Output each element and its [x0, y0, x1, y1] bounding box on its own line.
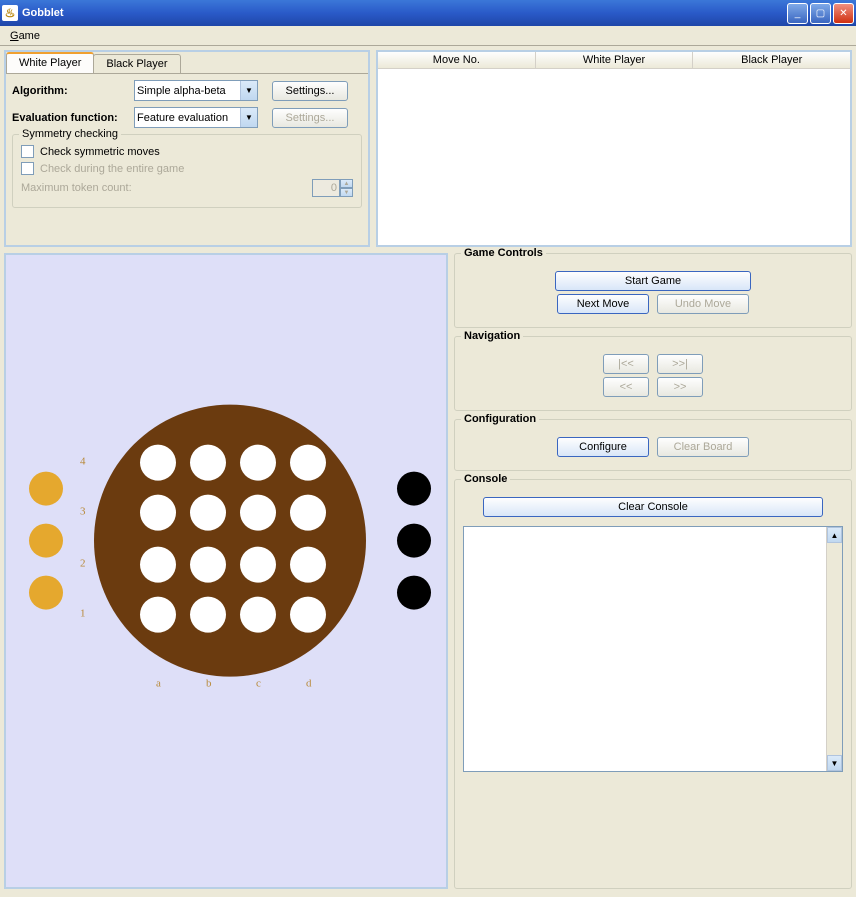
check-entire-checkbox — [21, 162, 34, 175]
right-panel: Game Controls Start Game Next Move Undo … — [454, 253, 852, 889]
col-label-c: c — [256, 678, 261, 690]
col-label-b: b — [206, 678, 212, 690]
nav-last-button: >>| — [657, 354, 703, 374]
spinner-down-icon: ▼ — [340, 188, 353, 197]
game-controls-legend: Game Controls — [461, 247, 546, 259]
row-label-1: 1 — [80, 608, 86, 620]
board-panel: 4 3 2 1 a b c d — [4, 253, 448, 889]
col-label-d: d — [306, 678, 312, 690]
console-legend: Console — [461, 473, 510, 485]
scroll-down-icon[interactable]: ▼ — [827, 755, 842, 771]
configuration-legend: Configuration — [461, 413, 539, 425]
max-token-input — [312, 179, 340, 197]
col-move-no[interactable]: Move No. — [378, 52, 536, 68]
row-label-2: 2 — [80, 558, 86, 570]
top-row: White Player Black Player Algorithm: Sim… — [4, 50, 852, 247]
next-move-button[interactable]: Next Move — [557, 294, 649, 314]
algorithm-combo[interactable]: Simple alpha-beta ▼ — [134, 80, 258, 101]
nav-first-button: |<< — [603, 354, 649, 374]
algorithm-value: Simple alpha-beta — [137, 85, 226, 97]
console-textarea[interactable]: ▲ ▼ — [463, 526, 843, 772]
game-board[interactable]: 4 3 2 1 a b c d — [16, 351, 436, 731]
row-label-4: 4 — [80, 456, 86, 468]
console-group: Console Clear Console ▲ ▼ — [454, 479, 852, 889]
eval-combo[interactable]: Feature evaluation ▼ — [134, 107, 258, 128]
menu-game-rest: ame — [19, 30, 40, 42]
clear-board-button: Clear Board — [657, 437, 749, 457]
clear-console-button[interactable]: Clear Console — [483, 497, 823, 517]
player-config-panel: White Player Black Player Algorithm: Sim… — [4, 50, 370, 247]
bottom-row: 4 3 2 1 a b c d Game Controls Start Game — [4, 253, 852, 889]
black-pieces-stack[interactable] — [397, 472, 431, 610]
symmetry-legend: Symmetry checking — [19, 128, 121, 140]
white-pieces-stack[interactable] — [29, 472, 63, 610]
max-token-spinner: ▲ ▼ — [312, 179, 353, 197]
java-icon: ♨ — [2, 5, 18, 21]
max-token-label: Maximum token count: — [21, 182, 132, 194]
table-body — [378, 69, 850, 245]
spinner-up-icon: ▲ — [340, 179, 353, 188]
check-entire-label: Check during the entire game — [40, 163, 184, 175]
maximize-button[interactable]: ▢ — [810, 3, 831, 24]
menubar: Game — [0, 26, 856, 46]
symmetry-fieldset: Symmetry checking Check symmetric moves … — [12, 134, 362, 208]
eval-label: Evaluation function: — [12, 112, 130, 124]
tab-body-white: Algorithm: Simple alpha-beta ▼ Settings.… — [6, 74, 368, 214]
titlebar: ♨ Gobblet _ ▢ ✕ — [0, 0, 856, 26]
chevron-down-icon: ▼ — [240, 81, 257, 100]
move-table-panel: Move No. White Player Black Player — [376, 50, 852, 247]
chevron-down-icon: ▼ — [240, 108, 257, 127]
configure-button[interactable]: Configure — [557, 437, 649, 457]
col-black[interactable]: Black Player — [693, 52, 850, 68]
row-label-3: 3 — [80, 506, 86, 518]
start-game-button[interactable]: Start Game — [555, 271, 751, 291]
game-controls-group: Game Controls Start Game Next Move Undo … — [454, 253, 852, 328]
close-button[interactable]: ✕ — [833, 3, 854, 24]
eval-settings-button: Settings... — [272, 108, 348, 128]
tab-black-player[interactable]: Black Player — [93, 54, 180, 73]
algorithm-settings-button[interactable]: Settings... — [272, 81, 348, 101]
board-circle — [94, 405, 366, 677]
table-header: Move No. White Player Black Player — [378, 52, 850, 69]
scroll-up-icon[interactable]: ▲ — [827, 527, 842, 543]
tab-white-player[interactable]: White Player — [6, 52, 94, 73]
nav-prev-button: << — [603, 377, 649, 397]
col-label-a: a — [156, 678, 161, 690]
col-white[interactable]: White Player — [536, 52, 694, 68]
navigation-group: Navigation |<< >>| << >> — [454, 336, 852, 411]
menu-game[interactable]: Game — [4, 28, 46, 44]
check-symmetric-label: Check symmetric moves — [40, 146, 160, 158]
player-tabs: White Player Black Player — [6, 52, 368, 74]
console-scrollbar[interactable]: ▲ ▼ — [826, 527, 842, 771]
nav-next-button: >> — [657, 377, 703, 397]
window-title: Gobblet — [22, 7, 785, 19]
algorithm-label: Algorithm: — [12, 85, 130, 97]
undo-move-button: Undo Move — [657, 294, 749, 314]
navigation-legend: Navigation — [461, 330, 523, 342]
minimize-button[interactable]: _ — [787, 3, 808, 24]
configuration-group: Configuration Configure Clear Board — [454, 419, 852, 471]
eval-value: Feature evaluation — [137, 112, 228, 124]
check-symmetric-checkbox[interactable] — [21, 145, 34, 158]
content: White Player Black Player Algorithm: Sim… — [0, 46, 856, 893]
